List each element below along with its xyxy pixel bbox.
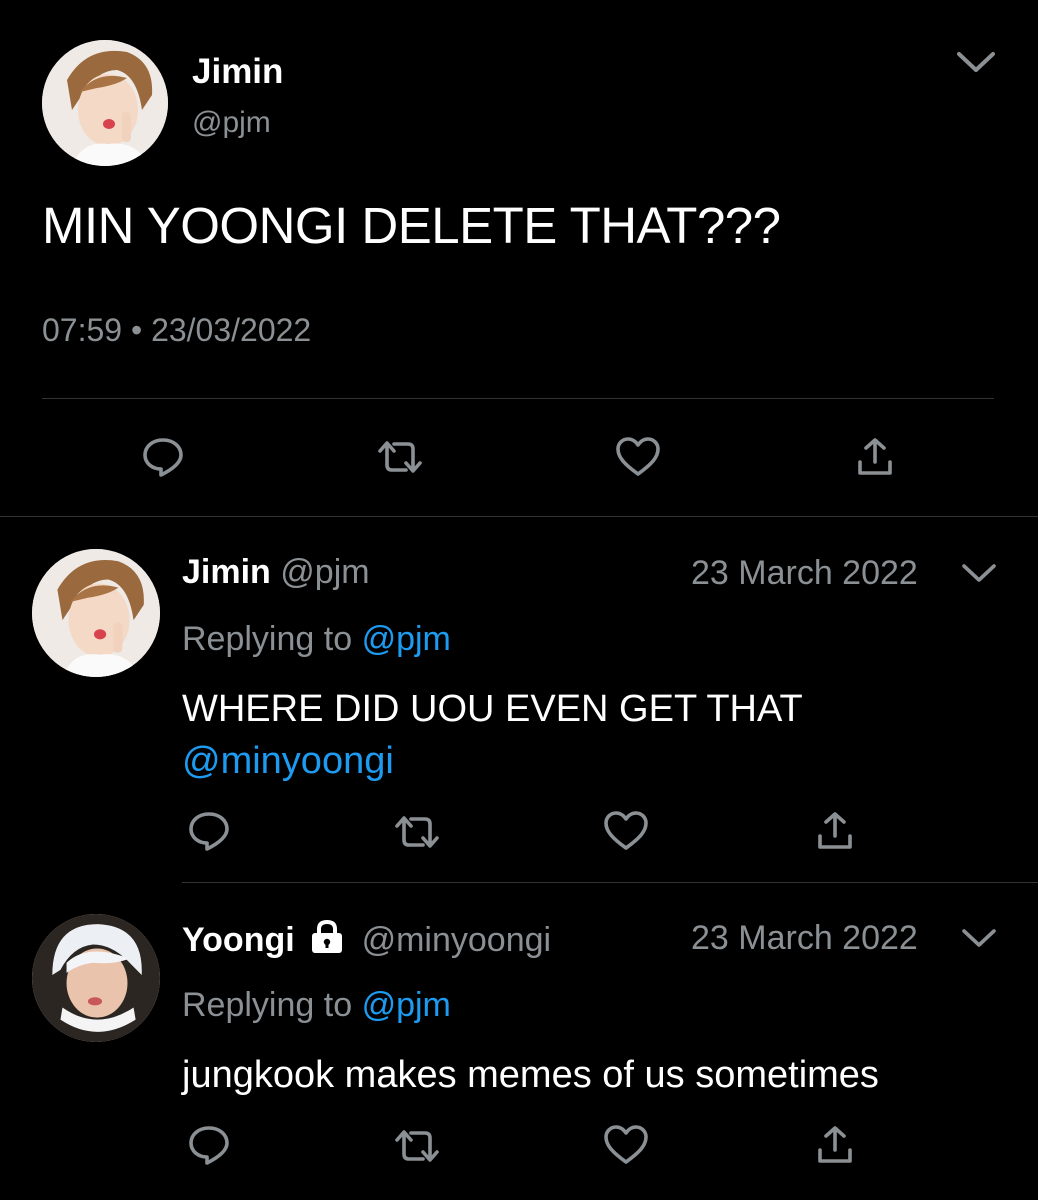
replying-to-link[interactable]: @pjm (362, 986, 451, 1024)
replying-to-link[interactable]: @pjm (362, 620, 451, 658)
reply-text: WHERE DID UOU EVEN GET THAT (182, 688, 803, 730)
lock-icon (308, 918, 346, 956)
replying-to: Replying to @pjm (182, 986, 451, 1025)
share-icon[interactable] (815, 1124, 855, 1166)
reply-date[interactable]: 23 March 2022 (691, 554, 918, 593)
like-icon[interactable] (602, 810, 650, 852)
replying-to-label: Replying to (182, 986, 353, 1024)
like-icon[interactable] (602, 1124, 650, 1166)
reply-date[interactable]: 23 March 2022 (691, 919, 918, 958)
share-icon[interactable] (815, 810, 855, 852)
reply-icon[interactable] (186, 808, 232, 854)
tweet-text: MIN YOONGI DELETE THAT??? (42, 197, 781, 254)
replying-to-label: Replying to (182, 620, 353, 658)
replying-to: Replying to @pjm (182, 620, 451, 659)
display-name[interactable]: Jimin (192, 52, 283, 92)
date: 23/03/2022 (151, 312, 312, 348)
handle[interactable]: @pjm (280, 553, 369, 591)
handle[interactable]: @pjm (192, 106, 271, 140)
retweet-icon[interactable] (374, 437, 426, 477)
reply-header: Yoongi @minyoongi (182, 918, 551, 960)
share-icon[interactable] (855, 436, 895, 478)
chevron-down-icon[interactable] (960, 925, 998, 951)
jimin-avatar-image (42, 40, 168, 166)
yoongi-avatar-image (32, 914, 160, 1042)
divider (42, 398, 994, 399)
chevron-down-icon[interactable] (960, 560, 998, 586)
mention-link[interactable]: @minyoongi (182, 740, 394, 783)
reply-header: Jimin @pjm (182, 553, 370, 592)
reply-icon[interactable] (186, 1122, 232, 1168)
like-icon[interactable] (614, 436, 662, 478)
timestamp[interactable]: 07:59 • 23/03/2022 (42, 312, 311, 349)
avatar[interactable] (32, 549, 160, 677)
reply-text: jungkook makes memes of us sometimes (182, 1054, 879, 1096)
retweet-icon[interactable] (391, 812, 443, 852)
retweet-icon[interactable] (391, 1126, 443, 1166)
display-name[interactable]: Yoongi (182, 921, 295, 959)
chevron-down-icon[interactable] (955, 46, 997, 76)
reply-icon[interactable] (140, 434, 186, 480)
reply-divider (182, 882, 1038, 883)
avatar[interactable] (32, 914, 160, 1042)
section-divider (0, 516, 1038, 517)
avatar[interactable] (42, 40, 168, 166)
separator: • (130, 312, 143, 348)
time: 07:59 (42, 312, 123, 348)
display-name[interactable]: Jimin (182, 553, 271, 591)
handle[interactable]: @minyoongi (362, 921, 552, 959)
jimin-avatar-image (32, 549, 160, 677)
